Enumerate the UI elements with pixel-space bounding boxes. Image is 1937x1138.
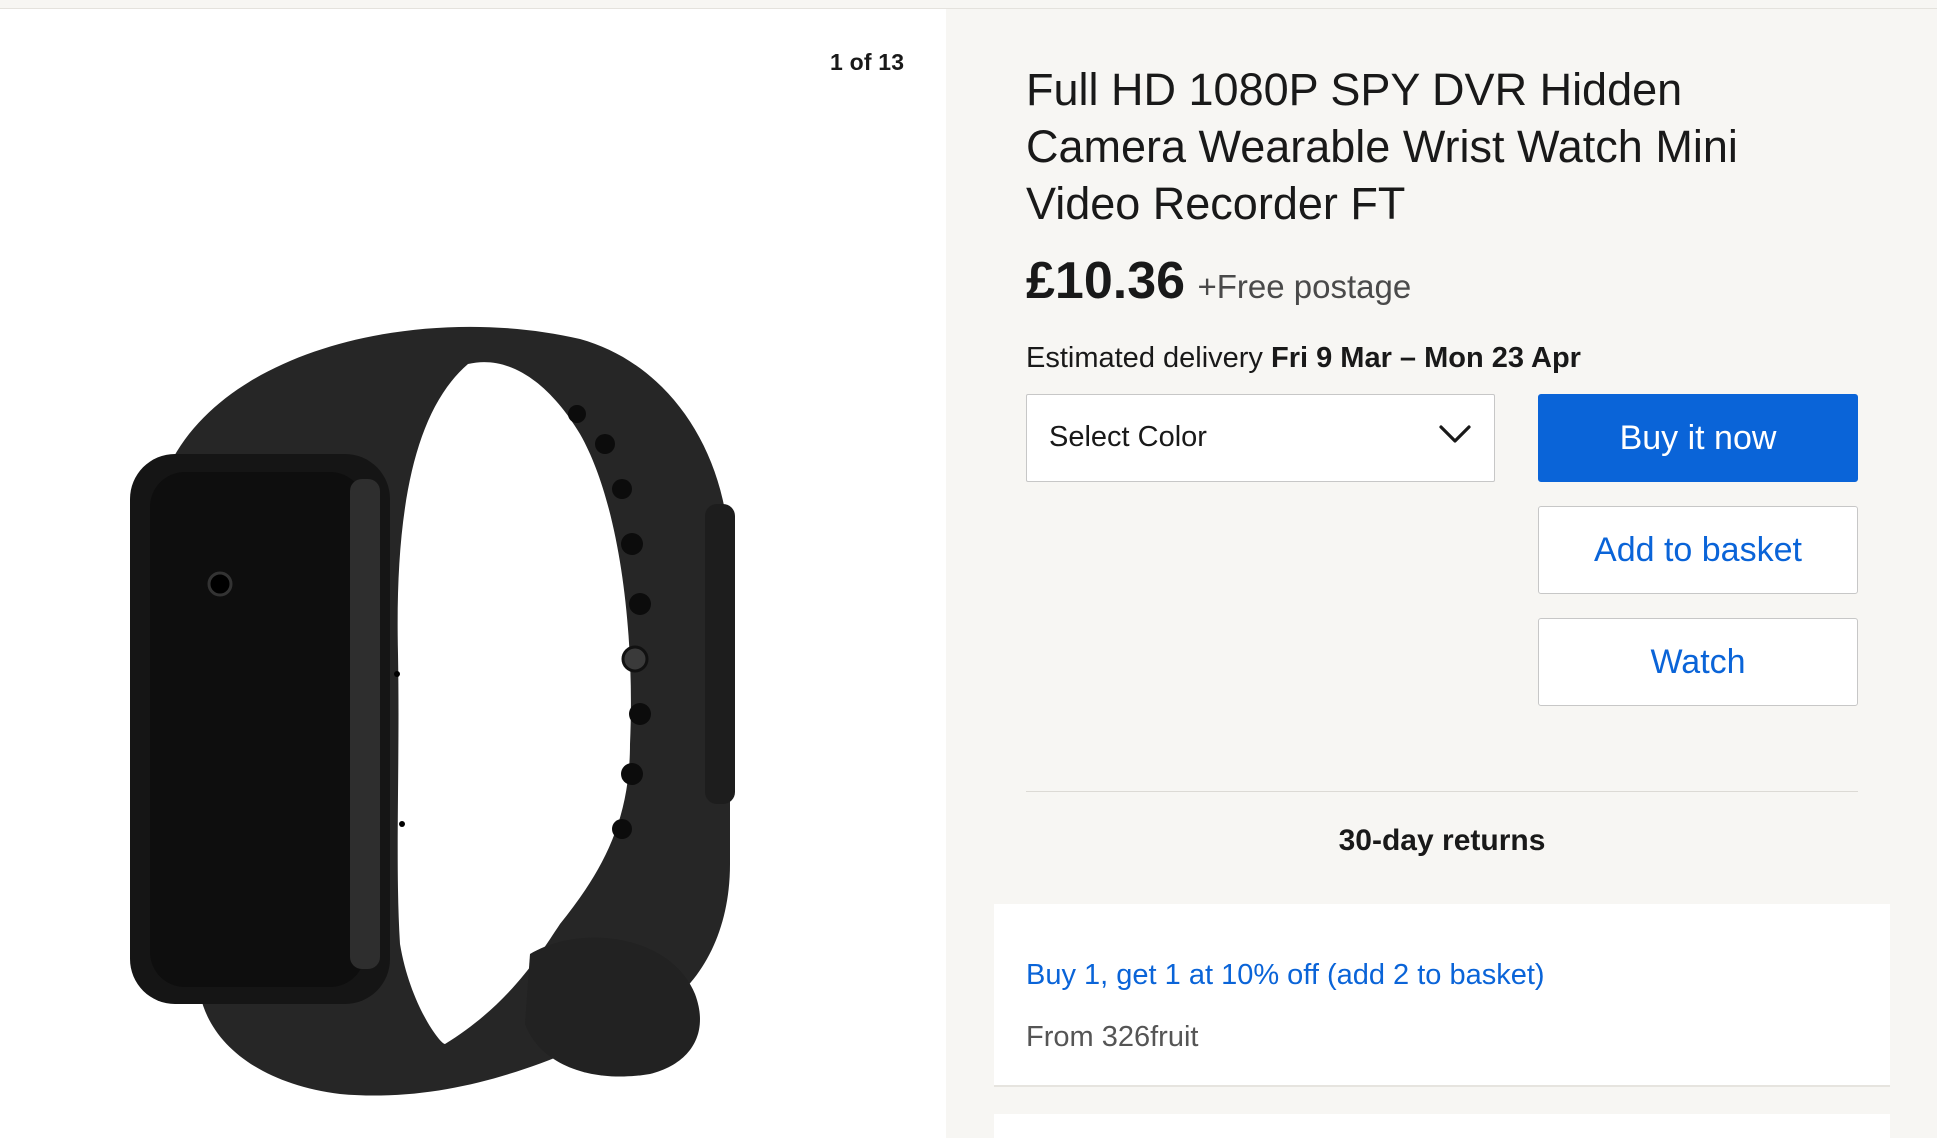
buy-it-now-button[interactable]: Buy it now (1538, 394, 1858, 482)
promotion-seller: From 326fruit (1026, 1021, 1199, 1053)
product-page: 1 of 13 Full HD 1080P SPY DVR Hidden Cam… (0, 0, 1937, 1138)
watch-button[interactable]: Watch (1538, 618, 1858, 706)
color-select[interactable]: Select Color (1026, 394, 1495, 482)
returns-policy: 30-day returns (1338, 824, 1546, 857)
next-card (994, 1114, 1890, 1138)
postage-info: +Free postage (1197, 268, 1412, 305)
estimated-delivery: Estimated delivery Fri 9 Mar – Mon 23 Ap… (1026, 342, 1581, 375)
delivery-label: Estimated delivery (1026, 342, 1263, 374)
camera-lens (207, 571, 233, 597)
product-title: Full HD 1080P SPY DVR Hidden Camera Wear… (1026, 64, 1738, 229)
promotion-offer-link[interactable]: Buy 1, get 1 at 10% off (add 2 to basket… (1026, 959, 1545, 992)
top-border (0, 0, 1937, 9)
color-select-value: Select Color (1049, 421, 1207, 453)
divider (1026, 791, 1858, 792)
price: £10.36 (1026, 252, 1186, 310)
delivery-dates: Fri 9 Mar – Mon 23 Apr (1271, 342, 1581, 374)
image-counter: 1 of 13 (830, 49, 905, 75)
add-to-basket-button[interactable]: Add to basket (1538, 506, 1858, 594)
product-image[interactable] (110, 304, 750, 1104)
price-row: £10.36 +Free postage (1026, 251, 1411, 311)
image-gallery[interactable]: 1 of 13 (0, 9, 946, 1138)
product-details: Full HD 1080P SPY DVR Hidden Camera Wear… (946, 9, 1937, 1138)
chevron-down-icon (1439, 425, 1471, 443)
promotion-card: Buy 1, get 1 at 10% off (add 2 to basket… (994, 904, 1890, 1087)
